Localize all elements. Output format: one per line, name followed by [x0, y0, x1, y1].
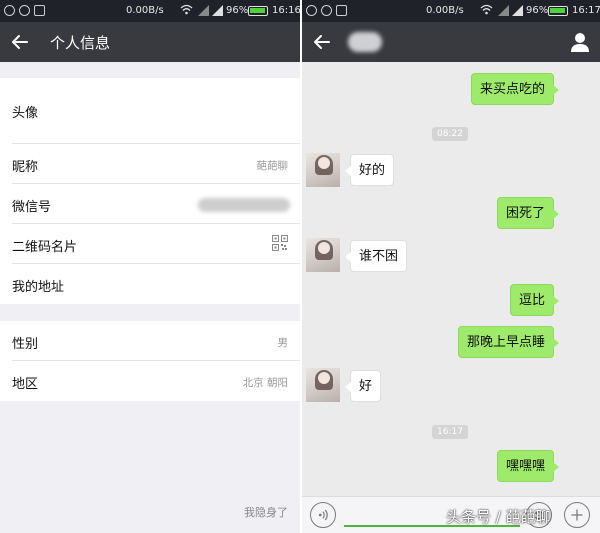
battery-icon	[548, 6, 568, 16]
qr-code-row[interactable]: 二维码名片	[0, 224, 300, 264]
avatar-label: 头像	[12, 106, 39, 121]
app-notification-icon	[321, 5, 332, 16]
message-bubble-sent: 困死了	[496, 197, 560, 229]
signal-icon	[198, 5, 209, 16]
clock: 16:16	[272, 5, 300, 16]
profile-screen: 0.00B/s 96% 16:16 个人信息 头像 昵称 葩葩聊 微信号 二维码…	[0, 0, 300, 533]
clock: 16:17	[572, 5, 600, 16]
app-notification-icon	[34, 5, 45, 16]
status-bar: 0.00B/s 96% 16:17	[302, 0, 600, 22]
app-notification-icon	[4, 5, 15, 16]
title-bar: 个人信息	[0, 22, 300, 62]
page-title: 个人信息	[50, 34, 111, 52]
gender-label: 性别	[12, 337, 39, 352]
plus-icon[interactable]	[564, 502, 590, 528]
gender-row[interactable]: 性别 男	[0, 321, 300, 361]
wechat-id-redacted	[198, 198, 290, 212]
nickname-row[interactable]: 昵称 葩葩聊	[0, 144, 300, 184]
region-row[interactable]: 地区 北京 朝阳	[0, 361, 300, 401]
profile-extra-group: 性别 男 地区 北京 朝阳	[0, 321, 300, 401]
battery-percent: 96%	[526, 5, 549, 16]
wifi-icon	[480, 4, 493, 15]
back-arrow-icon[interactable]	[310, 30, 334, 54]
address-label: 我的地址	[12, 280, 65, 295]
app-notification-icon	[336, 5, 347, 16]
title-bar	[302, 22, 600, 62]
battery-percent: 96%	[226, 5, 249, 16]
nickname-value: 葩葩聊	[256, 160, 289, 172]
network-speed: 0.00B/s	[426, 5, 464, 16]
message-bubble-received: 谁不困	[344, 240, 408, 272]
status-bar: 0.00B/s 96% 16:16	[0, 0, 300, 22]
chat-screen: 0.00B/s 96% 16:17 来买点吃的 08:22 好的 困死了 谁不困	[302, 0, 600, 533]
signal-icon	[498, 5, 509, 16]
profile-icon[interactable]	[568, 30, 592, 54]
region-label: 地区	[12, 377, 39, 392]
qr-code-label: 二维码名片	[12, 240, 78, 255]
nickname-label: 昵称	[12, 160, 39, 175]
qr-code-icon	[272, 235, 288, 251]
app-notification-icon	[19, 5, 30, 16]
contact-avatar[interactable]	[306, 238, 340, 272]
wechat-id-label: 微信号	[12, 200, 52, 215]
watermark: 头条号 / 葩葩聊	[446, 508, 551, 526]
message-bubble-received: 好的	[344, 154, 395, 186]
message-bubble-sent: 逗比	[509, 284, 560, 316]
message-timestamp: 16:17	[432, 425, 468, 439]
contact-name-redacted	[348, 32, 382, 52]
wifi-icon	[180, 4, 193, 15]
voice-icon[interactable]	[310, 502, 336, 528]
signal-icon	[212, 5, 223, 16]
message-bubble-sent: 那晚上早点睡	[457, 326, 560, 358]
network-speed: 0.00B/s	[126, 5, 164, 16]
signal-icon	[512, 5, 523, 16]
contact-avatar[interactable]	[306, 153, 340, 187]
wechat-id-row[interactable]: 微信号	[0, 184, 300, 224]
message-bubble-received: 好	[344, 370, 382, 402]
app-notification-icon	[306, 5, 317, 16]
region-value: 北京 朝阳	[242, 377, 288, 389]
gender-value: 男	[277, 337, 289, 349]
avatar-row[interactable]: 头像	[0, 78, 300, 144]
message-bubble-sent: 来买点吃的	[470, 73, 560, 105]
hidden-note: 我隐身了	[244, 506, 288, 519]
battery-icon	[248, 6, 268, 16]
contact-avatar[interactable]	[306, 368, 340, 402]
message-timestamp: 08:22	[432, 127, 468, 141]
back-arrow-icon[interactable]	[8, 30, 32, 54]
message-bubble-sent: 嘿嘿嘿	[496, 450, 560, 482]
profile-info-group: 头像 昵称 葩葩聊 微信号 二维码名片 我的地址	[0, 78, 300, 304]
address-row[interactable]: 我的地址	[0, 264, 300, 304]
